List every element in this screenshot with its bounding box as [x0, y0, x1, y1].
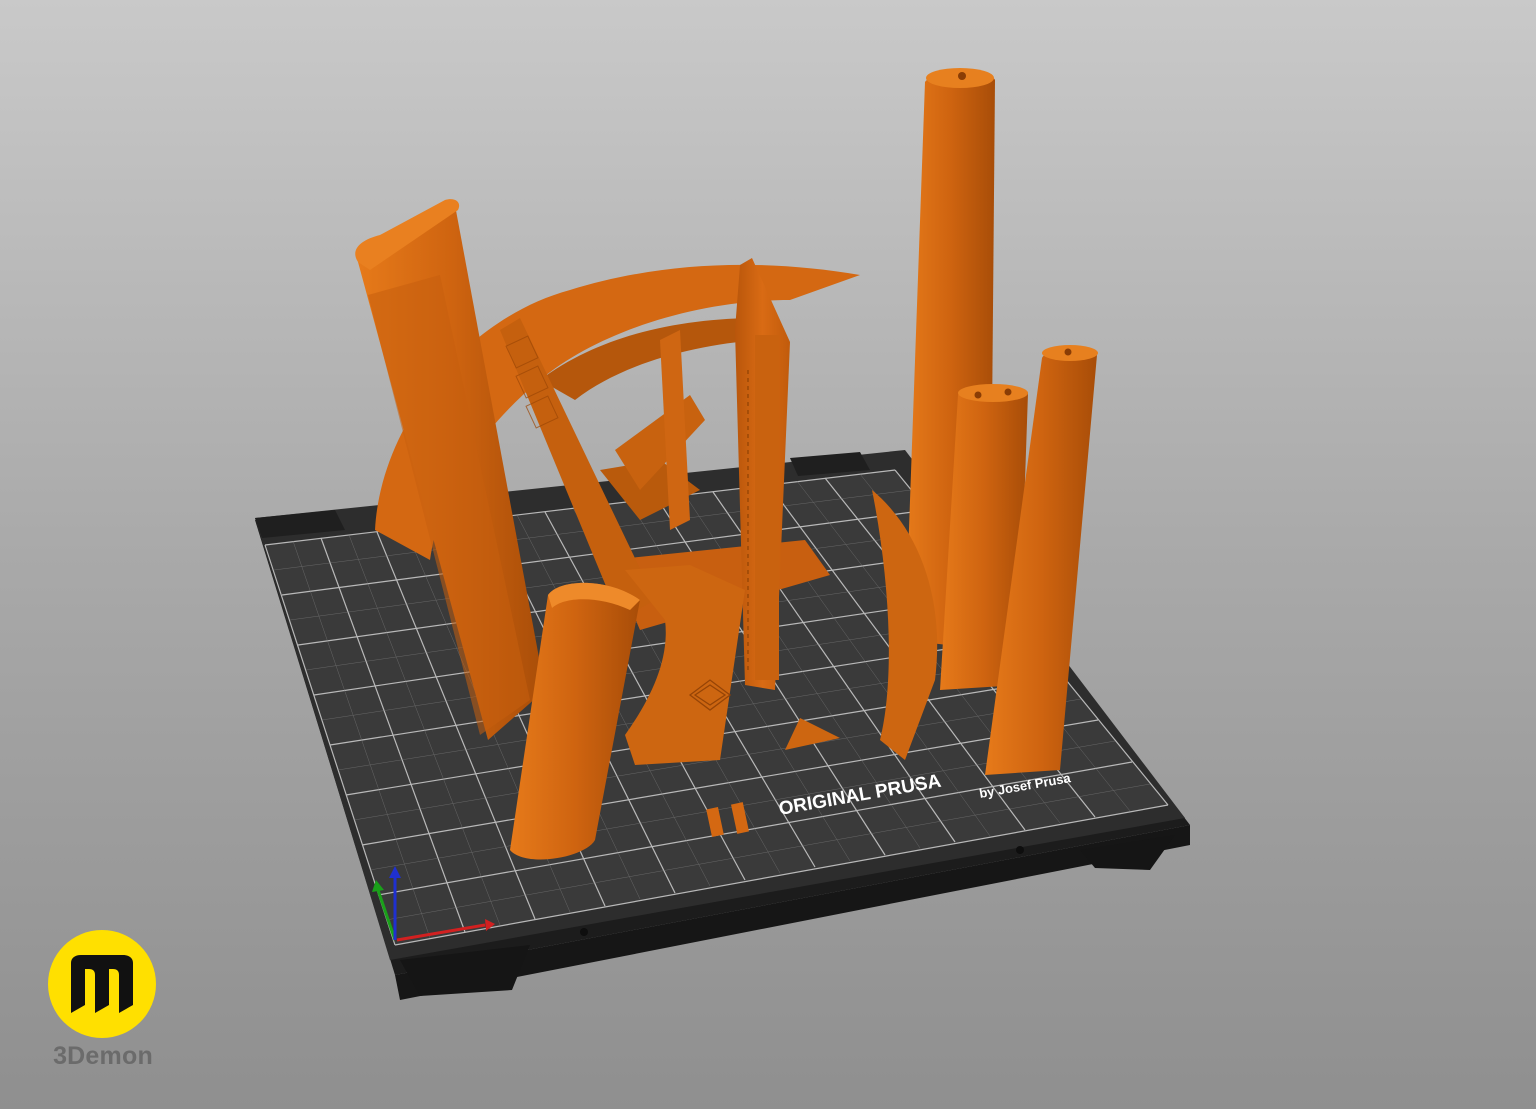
3d-viewport[interactable]: ORIGINAL PRUSA K3 by Josef Prusa	[0, 0, 1536, 1109]
brand-name: 3Demon	[53, 1042, 153, 1070]
3demon-logo-icon	[48, 930, 156, 1038]
3demon-watermark: 3Demon	[48, 930, 158, 1070]
